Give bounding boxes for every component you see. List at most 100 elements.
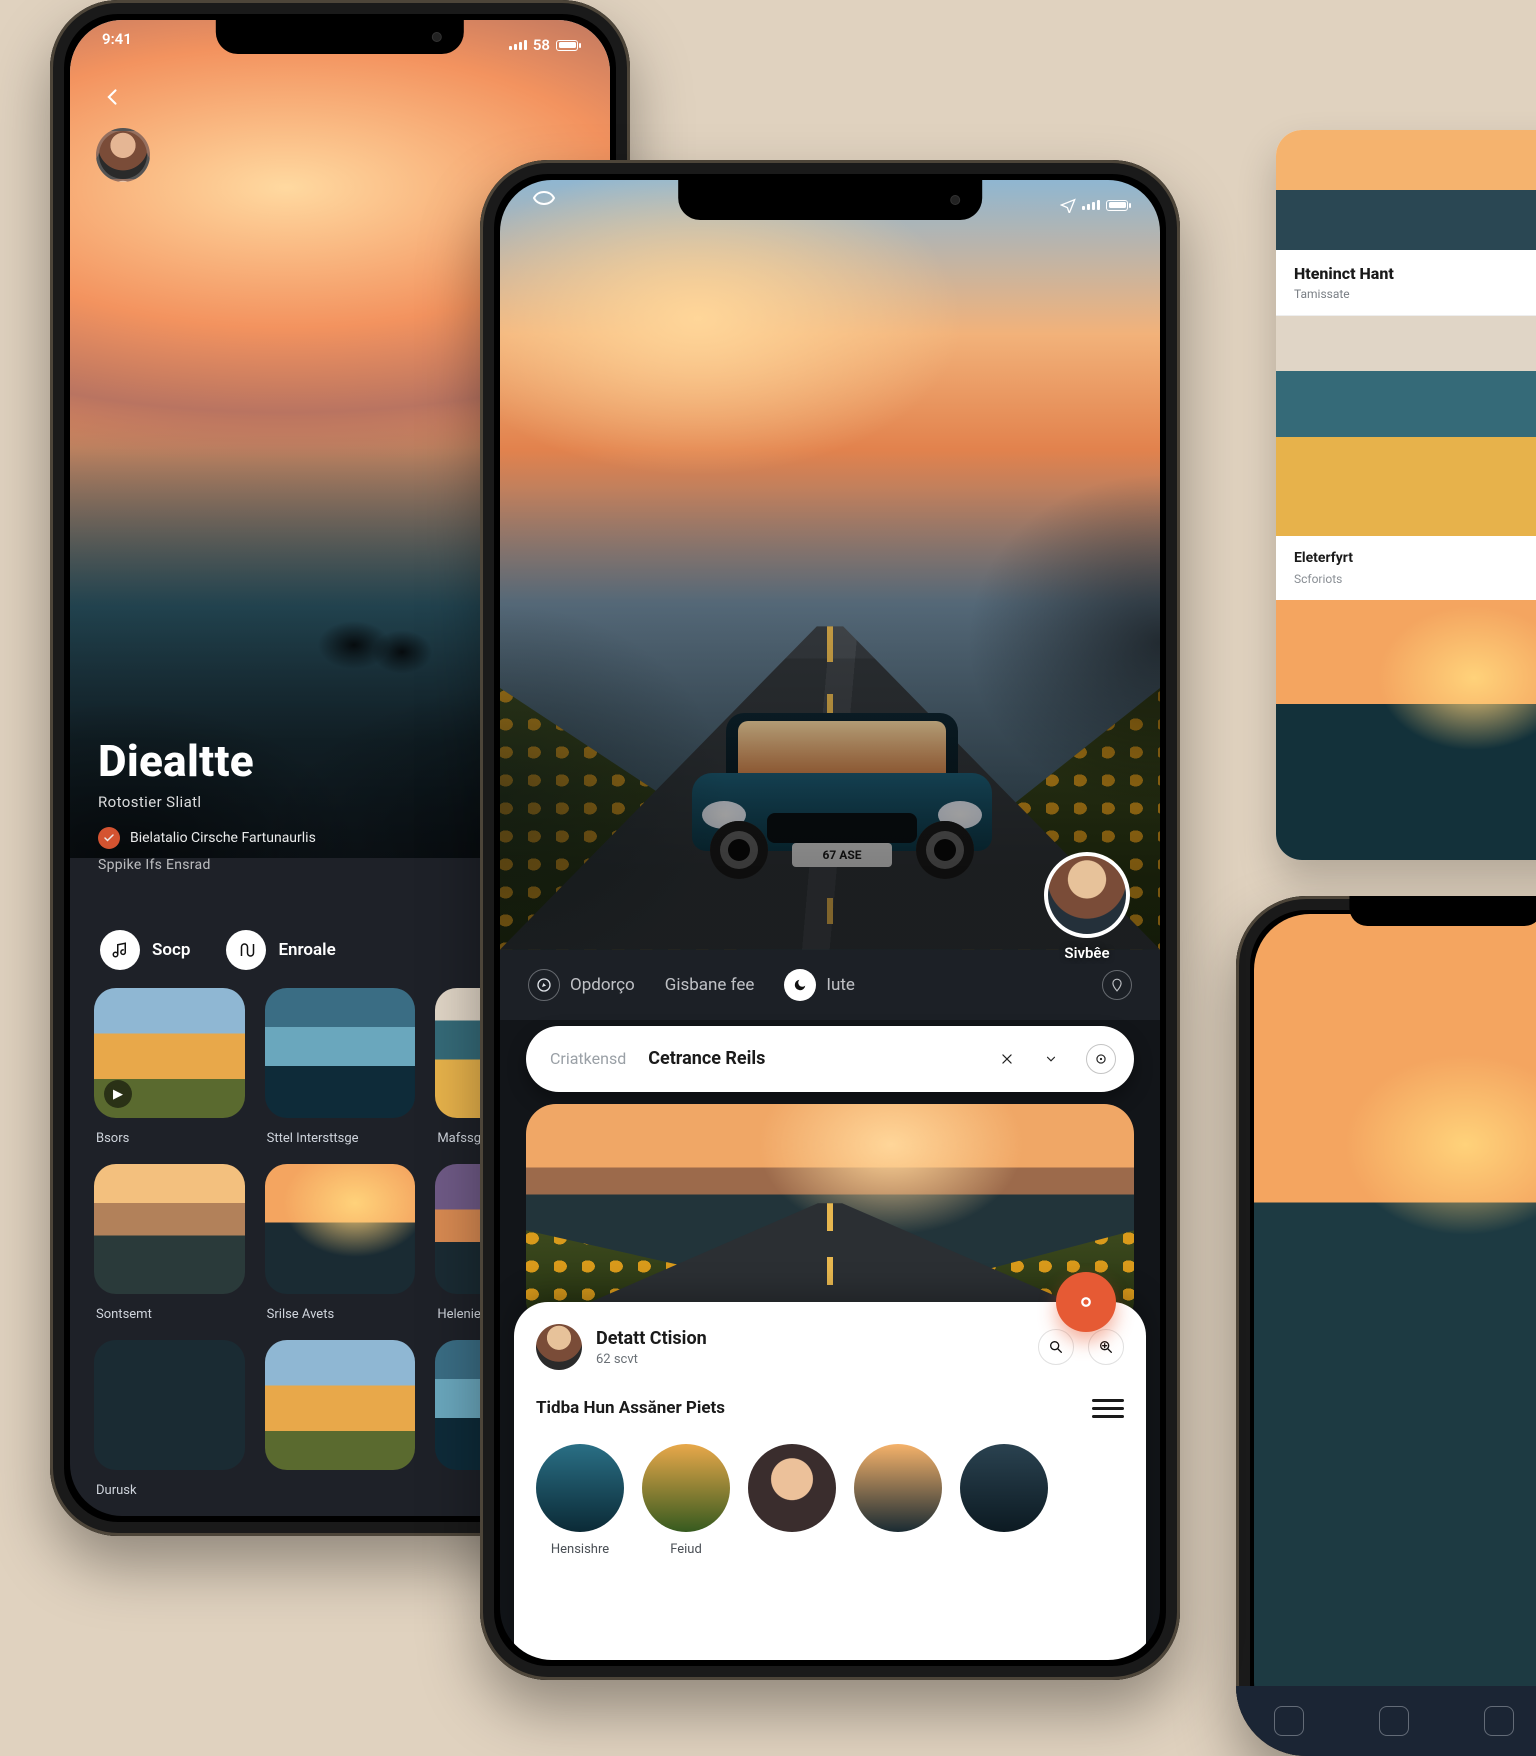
sheet-username: Detatt Ctision <box>596 1328 707 1349</box>
search-bar[interactable]: Criatkensd Cetrance Reils <box>526 1026 1134 1092</box>
category-row: Opdorço Gisbane fee Iute <box>500 950 1160 1020</box>
moon-icon <box>784 969 816 1001</box>
story-2[interactable] <box>642 1444 730 1532</box>
notch <box>216 20 464 54</box>
thumb-2-caption: Sttel Intersttsge <box>267 1131 359 1146</box>
thumb-7-caption: Durusk <box>96 1483 137 1498</box>
license-plate: 67 ASE <box>792 843 892 867</box>
thumb-1-caption: Bsors <box>96 1131 129 1146</box>
thumb-8[interactable] <box>265 1340 416 1470</box>
battery-icon <box>556 40 578 51</box>
screen-center: 67 ASE Sivbêe Opdorço Gisbane fee <box>500 180 1160 1660</box>
cat-2[interactable]: Gisbane fee <box>665 975 755 995</box>
right-card-meta-2: Scforiots <box>1294 572 1536 586</box>
profile-avatar-small[interactable] <box>96 128 150 182</box>
right-card-title: Hteninct Hant <box>1294 264 1536 283</box>
story-5[interactable] <box>960 1444 1048 1532</box>
hero-avatar-name: Sivbêe <box>1064 944 1109 962</box>
status-logo-icon <box>532 190 556 220</box>
flowers-left <box>500 688 738 950</box>
sub-line: Sppike Ifs Ensrad <box>98 857 510 873</box>
thumb-4[interactable] <box>94 1164 245 1294</box>
thumb-5-caption: Srilse Avets <box>267 1307 335 1322</box>
tab-home[interactable] <box>1274 1706 1304 1736</box>
stories-row <box>536 1444 1124 1532</box>
phone-small-tabbar <box>1236 1686 1536 1756</box>
close-icon <box>1000 1052 1014 1066</box>
story-4[interactable] <box>854 1444 942 1532</box>
rocks-decor <box>318 603 438 673</box>
story-1[interactable] <box>536 1444 624 1532</box>
music-icon <box>100 930 140 970</box>
check-badge-icon <box>98 827 120 849</box>
title-block: Diealtte Rotostier Sliatl Bielatalio Cir… <box>98 735 510 873</box>
menu-button[interactable] <box>1092 1392 1124 1424</box>
sheet-section-title: Tidba Hun Assăner Piets <box>536 1398 725 1418</box>
check-label: Bielatalio Cirsche Fartunaurlis <box>130 830 316 846</box>
quick-enroale[interactable]: Enroale <box>226 930 335 970</box>
chevron-left-icon <box>103 87 123 107</box>
target-icon <box>1094 1052 1108 1066</box>
phone-small-notch <box>1349 896 1536 926</box>
search-button[interactable] <box>1038 1329 1074 1365</box>
page-title: Diealtte <box>98 735 510 787</box>
tab-add[interactable] <box>1484 1706 1514 1736</box>
thumb-1[interactable]: ▶ <box>94 988 245 1118</box>
search-placeholder: Criatkensd <box>550 1049 626 1068</box>
story-3-label <box>748 1542 836 1557</box>
zoom-button[interactable] <box>1088 1329 1124 1365</box>
search-plus-icon <box>1098 1339 1114 1355</box>
search-label: Cetrance Reils <box>648 1048 765 1069</box>
right-card-image-1[interactable] <box>1276 316 1536 536</box>
right-card-image-2[interactable] <box>1276 600 1536 860</box>
story-1-label: Hensishre <box>536 1542 624 1557</box>
signal-icon <box>509 40 527 50</box>
circle-icon <box>1077 1293 1095 1311</box>
bottom-sheet: Detatt Ctision 62 scvt Tidba Hun Assăner… <box>514 1302 1146 1660</box>
right-card-sub: Tamissate <box>1294 287 1536 301</box>
quick-enroale-label: Enroale <box>278 940 335 960</box>
phone-small-screen <box>1254 914 1536 1738</box>
thumb-2[interactable] <box>265 988 416 1118</box>
cat-3-label: Iute <box>826 975 855 995</box>
quick-seop-label: Socp <box>152 940 190 960</box>
status-time: 9:41 <box>102 30 132 60</box>
featured-card[interactable] <box>526 1104 1134 1330</box>
signal-icon <box>1082 200 1100 210</box>
cat-3[interactable]: Iute <box>784 969 855 1001</box>
expand-button[interactable] <box>1036 1044 1066 1074</box>
hero-avatar[interactable]: Sivbêe <box>1044 852 1130 938</box>
right-card-meta-1: Eleterfyrt <box>1294 550 1536 566</box>
back-button[interactable] <box>96 80 130 114</box>
right-card-hero <box>1276 130 1536 250</box>
thumb-5[interactable] <box>265 1164 416 1294</box>
thumb-7[interactable] <box>94 1340 245 1470</box>
story-5-label <box>960 1542 1048 1557</box>
battery-icon <box>1106 200 1128 211</box>
route-icon <box>226 930 266 970</box>
quick-seop[interactable]: Socp <box>100 930 190 970</box>
notch <box>678 180 982 220</box>
cat-1-label: Opdorço <box>570 975 635 995</box>
car: 67 ASE <box>692 713 992 873</box>
sheet-avatar[interactable] <box>536 1324 582 1370</box>
target-button[interactable] <box>1086 1044 1116 1074</box>
clear-button[interactable] <box>992 1044 1022 1074</box>
lane-markings <box>827 626 833 923</box>
record-fab[interactable] <box>1056 1272 1116 1332</box>
story-3[interactable] <box>748 1444 836 1532</box>
plane-icon <box>1060 197 1076 213</box>
hero-center: 67 ASE Sivbêe <box>500 180 1160 950</box>
tab-search[interactable] <box>1379 1706 1409 1736</box>
phone-small: H&M <box>1236 896 1536 1756</box>
chevron-down-icon <box>1044 1052 1058 1066</box>
location-button[interactable] <box>1102 970 1132 1000</box>
status-right <box>1060 190 1128 220</box>
sheet-usersub: 62 scvt <box>596 1352 707 1367</box>
compass-icon <box>528 969 560 1001</box>
cat-1[interactable]: Opdorço <box>528 969 635 1001</box>
right-preview-card: Hteninct Hant Tamissate Eleterfyrt Scfor… <box>1276 130 1536 860</box>
story-2-label: Feiud <box>642 1542 730 1557</box>
search-icon <box>1048 1339 1064 1355</box>
thumb-4-caption: Sontsemt <box>96 1307 152 1322</box>
